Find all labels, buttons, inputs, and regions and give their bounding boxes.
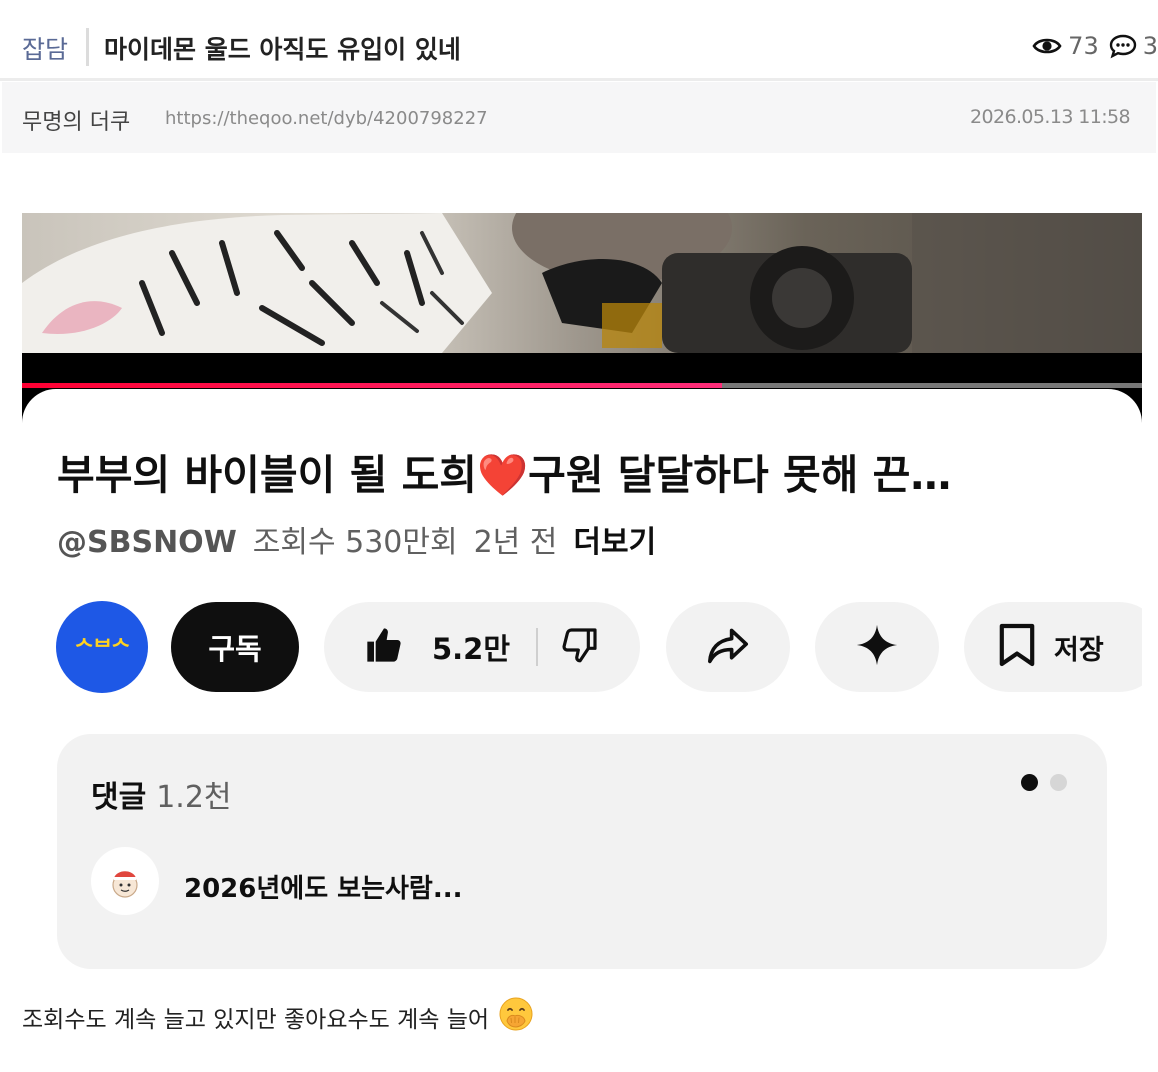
post-header: 잡담 마이데몬 울드 아직도 유입이 있네 73 3	[0, 0, 1158, 81]
video-details-sheet: 부부의 바이블이 될 도희❤️구원 달달하다 못해 끈… @SBSNOW 조회수 …	[22, 389, 1142, 969]
character-avatar-icon	[112, 871, 138, 898]
category-label[interactable]: 잡담	[22, 30, 68, 66]
commenter-avatar[interactable]	[91, 847, 159, 915]
subscribe-button[interactable]: 구독	[171, 602, 299, 692]
view-count: 73	[1068, 32, 1099, 60]
ask-ai-button[interactable]	[815, 602, 939, 692]
thumbs-up-icon[interactable]	[364, 625, 404, 669]
comment-count: 3	[1142, 32, 1158, 60]
share-button[interactable]	[666, 602, 790, 692]
post-meta-bar: 무명의 더쿠 https://theqoo.net/dyb/4200798227…	[2, 82, 1156, 153]
save-label: 저장	[1054, 634, 1104, 666]
channel-logo-text: ᄉᄇᄉ	[74, 636, 131, 660]
video-frame-image	[22, 213, 1142, 353]
comments-label: 댓글	[91, 780, 147, 815]
channel-handle[interactable]: @SBSNOW	[57, 525, 237, 560]
thumbs-down-icon[interactable]	[560, 625, 600, 669]
comment-icon	[1109, 33, 1137, 59]
post-body: 조회수도 계속 늘고 있지만 좋아요수도 계속 늘어	[22, 997, 533, 1037]
video-title-part2: 구원 달달하다 못해 끈…	[528, 451, 952, 499]
divider	[86, 28, 89, 66]
eye-icon	[1032, 35, 1062, 57]
top-comment-text: 2026년에도 보는사람...	[184, 874, 463, 904]
post-url-link[interactable]: https://theqoo.net/dyb/4200798227	[165, 108, 488, 129]
page-dot	[1050, 774, 1067, 791]
upload-age: 2년 전	[473, 525, 558, 560]
post-body-text: 조회수도 계속 늘고 있지만 좋아요수도 계속 늘어	[22, 1007, 490, 1033]
author-name: 무명의 더쿠	[22, 110, 131, 135]
comments-count: 1.2천	[156, 780, 232, 815]
video-title-part1: 부부의 바이블이 될 도희	[57, 451, 478, 499]
heart-emoji: ❤️	[477, 451, 529, 499]
hand-over-mouth-emoji-icon	[499, 997, 533, 1037]
post-title: 마이데몬 울드 아직도 유입이 있네	[104, 35, 461, 64]
post-date: 2026.05.13 11:58	[970, 106, 1131, 128]
view-count-label: 조회수 530만회	[252, 525, 458, 560]
like-separator	[536, 628, 539, 666]
save-button[interactable]: 저장	[964, 602, 1142, 692]
video-frame[interactable]	[22, 213, 1142, 353]
page-dot-active	[1021, 774, 1038, 791]
like-count: 5.2만	[431, 632, 511, 666]
embedded-screenshot: 부부의 바이블이 될 도희❤️구원 달달하다 못해 끈… @SBSNOW 조회수 …	[22, 213, 1142, 969]
like-dislike-group: 5.2만	[324, 602, 640, 692]
header-rule	[0, 78, 1158, 81]
comments-header: 댓글 1.2천	[91, 772, 232, 816]
channel-info-row: @SBSNOW 조회수 530만회 2년 전 더보기	[57, 517, 656, 561]
post-stats: 73 3	[1032, 32, 1158, 60]
comments-card[interactable]: 댓글 1.2천 2026년에도 보는사람...	[57, 734, 1107, 969]
channel-avatar[interactable]: ᄉᄇᄉ	[56, 601, 148, 693]
more-link[interactable]: 더보기	[573, 525, 656, 560]
sparkle-icon	[855, 623, 899, 671]
video-progress-bar[interactable]	[22, 383, 1142, 388]
bookmark-icon	[998, 622, 1036, 672]
share-icon	[706, 625, 750, 669]
video-title: 부부의 바이블이 될 도희❤️구원 달달하다 못해 끈…	[57, 441, 1107, 501]
video-progress-fill	[22, 383, 722, 388]
